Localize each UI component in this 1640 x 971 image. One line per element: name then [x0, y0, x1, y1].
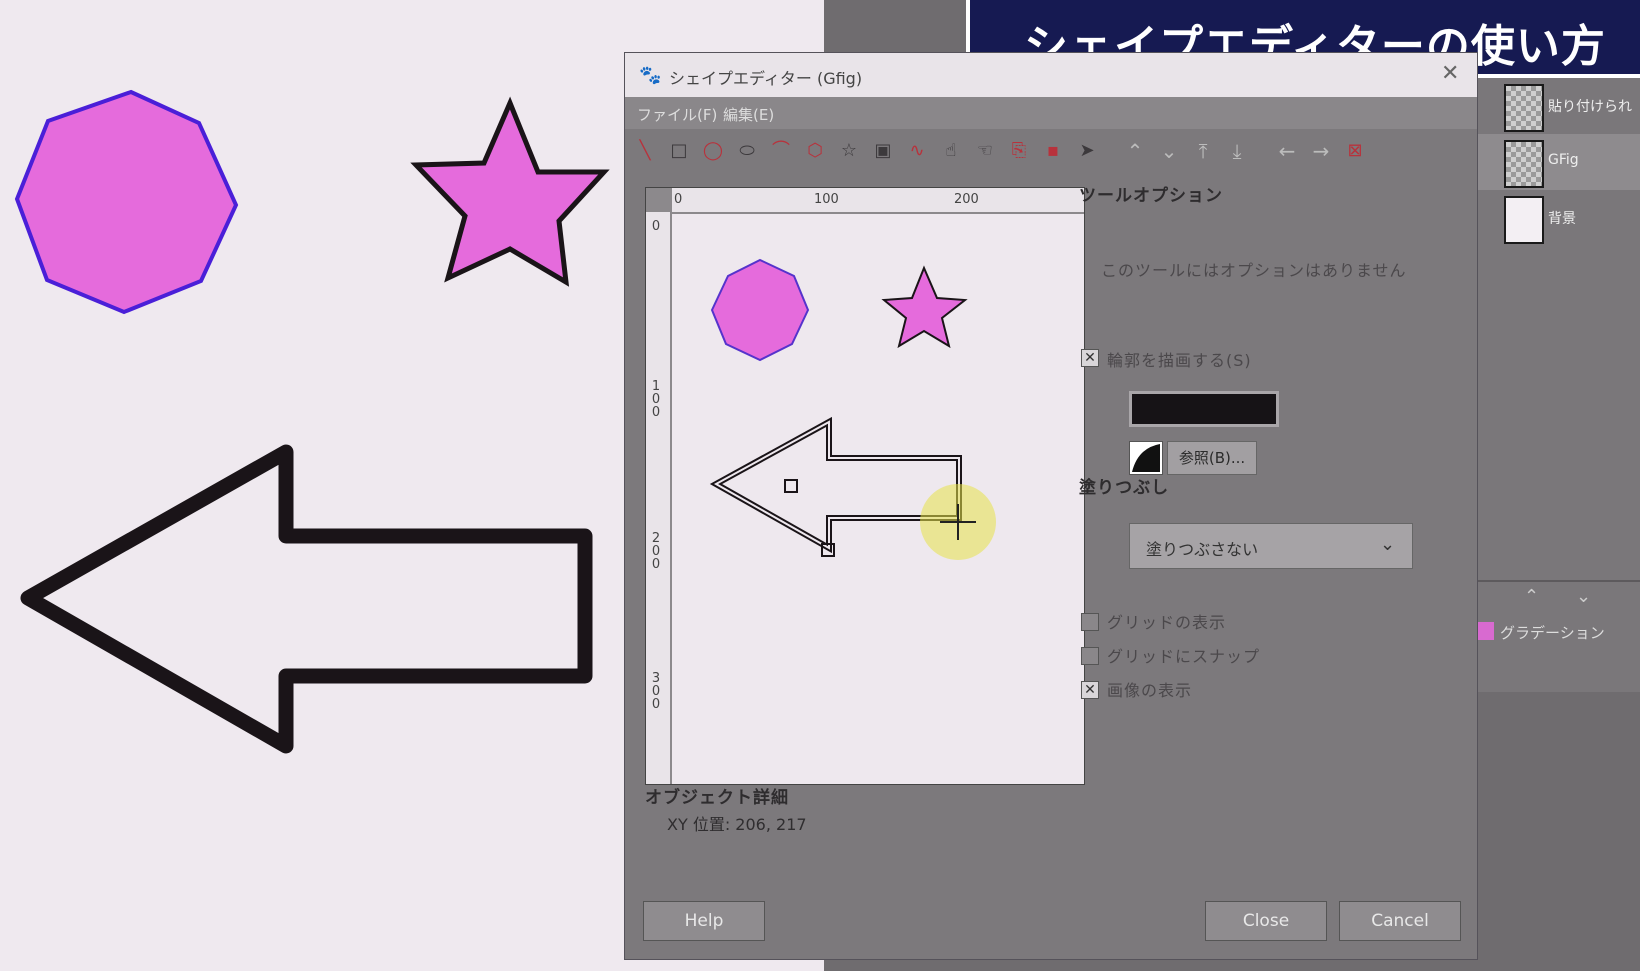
- bottom-icon[interactable]: ⤓: [1223, 137, 1251, 165]
- cancel-button[interactable]: Cancel: [1339, 901, 1461, 941]
- copy-icon[interactable]: ⎘: [1005, 137, 1033, 165]
- lower-icon[interactable]: ⌄: [1576, 586, 1591, 607]
- stroke-color-button[interactable]: [1129, 391, 1279, 427]
- rectangle-icon[interactable]: □: [665, 137, 693, 165]
- show-grid-checkbox[interactable]: ✕: [1081, 613, 1099, 631]
- layer-row[interactable]: 貼り付けられ: [1478, 78, 1640, 134]
- menu-file[interactable]: ファイル(F): [637, 104, 717, 125]
- gfig-preview-canvas[interactable]: [672, 214, 1084, 784]
- delete-icon[interactable]: ▪: [1039, 137, 1067, 165]
- octagon-shape: [14, 89, 239, 315]
- ellipse-icon[interactable]: ⬭: [733, 137, 761, 165]
- forward-icon[interactable]: →: [1307, 137, 1335, 165]
- show-all-icon[interactable]: ⊠: [1341, 137, 1369, 165]
- star-shape: [410, 96, 610, 287]
- object-details-title: オブジェクト詳細: [645, 788, 789, 808]
- ruler-label: 200: [651, 531, 661, 572]
- chevron-down-icon: ⌄: [1380, 534, 1396, 555]
- snap-grid-label: グリッドにスナップ: [1107, 647, 1261, 666]
- layers-panel: 貼り付けられ GFig 背景: [1478, 72, 1640, 592]
- gradient-swatch: [1478, 622, 1494, 640]
- circle-icon[interactable]: ◯: [699, 137, 727, 165]
- layer-row-selected[interactable]: GFig: [1478, 134, 1640, 190]
- layer-thumbnail: [1504, 84, 1544, 132]
- show-grid-label: グリッドの表示: [1107, 613, 1227, 632]
- menu-edit[interactable]: 編集(E): [723, 104, 774, 125]
- top-icon[interactable]: ⤒: [1189, 137, 1217, 165]
- fill-title: 塗りつぶし: [1079, 478, 1170, 498]
- help-button[interactable]: Help: [643, 901, 765, 941]
- ruler-label: 300: [651, 671, 661, 712]
- fill-type-value: 塗りつぶさない: [1146, 540, 1259, 559]
- move-object-icon[interactable]: ☝: [937, 137, 965, 165]
- line-icon[interactable]: ╲: [631, 137, 659, 165]
- browse-button[interactable]: 参照(B)...: [1167, 441, 1257, 475]
- tool-options-title: ツールオプション: [1079, 186, 1223, 206]
- raise-icon[interactable]: ⌃: [1524, 586, 1539, 607]
- star-icon[interactable]: ☆: [835, 137, 863, 165]
- menubar: ファイル(F) 編集(E): [625, 97, 1477, 129]
- layer-name: GFig: [1548, 152, 1579, 168]
- preview-frame: 0 100 200 0 100 200 300: [645, 187, 1085, 785]
- brush-icon[interactable]: [1129, 441, 1163, 475]
- ruler-horizontal: 0 100 200: [672, 188, 1084, 212]
- show-image-label: 画像の表示: [1107, 681, 1193, 700]
- toolbar: ╲ □ ◯ ⬭ ⌒ ⬡ ☆ ▣ ∿ ☝ ☜ ⎘ ▪ ➤ ⌃ ⌄ ⤒ ⤓ ← → …: [625, 133, 1477, 169]
- stroke-checkbox[interactable]: ✕: [1081, 349, 1099, 367]
- ruler-vertical: 0 100 200 300: [646, 212, 670, 784]
- raise-icon[interactable]: ⌃: [1121, 137, 1149, 165]
- dialog-titlebar[interactable]: 🐾 シェイプエディター (Gfig) ✕: [625, 53, 1477, 97]
- arrow-shape: [20, 444, 593, 754]
- gfig-dialog: 🐾 シェイプエディター (Gfig) ✕ ファイル(F) 編集(E) ╲ □ ◯…: [624, 52, 1478, 960]
- layer-row[interactable]: 背景: [1478, 190, 1640, 246]
- snap-grid-checkbox[interactable]: ✕: [1081, 647, 1099, 665]
- no-options-text: このツールにはオプションはありません: [1101, 261, 1407, 280]
- arc-icon[interactable]: ⌒: [767, 137, 795, 165]
- preview-star: [881, 265, 968, 349]
- move-point-icon[interactable]: ☜: [971, 137, 999, 165]
- bezier-icon[interactable]: ∿: [903, 137, 931, 165]
- xy-position: XY 位置: 206, 217: [667, 815, 807, 834]
- ruler-label: 0: [674, 192, 683, 207]
- fill-type-select[interactable]: 塗りつぶさない ⌄: [1129, 523, 1413, 569]
- show-image-checkbox[interactable]: ✕: [1081, 681, 1099, 699]
- layer-name: 背景: [1548, 211, 1576, 227]
- ruler-label: 100: [651, 379, 661, 420]
- back-icon[interactable]: ←: [1273, 137, 1301, 165]
- gradient-label[interactable]: グラデーション: [1500, 622, 1605, 643]
- ruler-label: 100: [814, 192, 839, 207]
- lower-icon[interactable]: ⌄: [1155, 137, 1183, 165]
- select-icon[interactable]: ➤: [1073, 137, 1101, 165]
- control-point: [784, 479, 798, 493]
- close-icon[interactable]: ✕: [1441, 61, 1459, 86]
- stroke-label: 輪郭を描画する(S): [1107, 351, 1252, 370]
- layer-name: 貼り付けられ: [1548, 99, 1632, 115]
- ruler-label: 0: [651, 219, 661, 234]
- gimp-icon: 🐾: [639, 65, 662, 86]
- dialog-title: シェイプエディター (Gfig): [669, 69, 863, 88]
- preview-octagon: [710, 258, 810, 362]
- polygon-icon[interactable]: ⬡: [801, 137, 829, 165]
- spiral-icon[interactable]: ▣: [869, 137, 897, 165]
- layer-thumbnail: [1504, 196, 1544, 244]
- ruler-label: 200: [954, 192, 979, 207]
- close-button[interactable]: Close: [1205, 901, 1327, 941]
- gradient-panel: ⌃ ⌄ グラデーション: [1478, 580, 1640, 692]
- layer-thumbnail: [1504, 140, 1544, 188]
